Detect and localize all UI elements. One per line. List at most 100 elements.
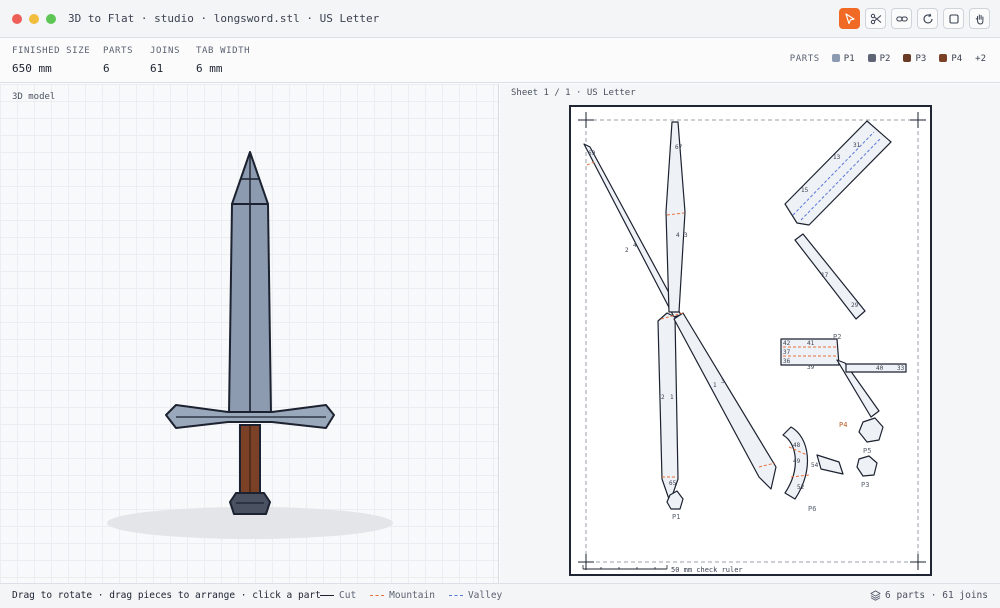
svg-text:29: 29 <box>851 302 859 309</box>
net-layout[interactable]: 50 mm check ruler 2 4 4 3 2 1 13 656769 P… <box>571 107 930 574</box>
svg-text:41: 41 <box>807 340 815 347</box>
part-chip-label: P1 <box>843 54 855 64</box>
stat-tab-width: TAB WIDTH 6 mm <box>196 46 250 75</box>
legend-valley-label: Valley <box>467 590 503 601</box>
pan-tool-button[interactable] <box>969 8 990 29</box>
registration-marks <box>578 112 926 570</box>
model-viewport[interactable]: 3D model <box>0 84 499 583</box>
parts-legend-label: PARTS <box>789 54 820 64</box>
blade-strip-c <box>657 312 679 503</box>
p1-edge-numbers: 24 43 21 13 656769 <box>588 144 725 487</box>
stat-label: JOINS <box>150 46 181 56</box>
join-tool-button[interactable] <box>891 8 912 29</box>
close-window-button[interactable] <box>12 14 22 24</box>
refresh-icon <box>922 13 933 24</box>
svg-text:54: 54 <box>811 462 819 469</box>
svg-text:37: 37 <box>783 349 791 356</box>
swatch-icon <box>939 54 948 62</box>
stat-value: 6 <box>103 62 110 75</box>
toolbar <box>839 8 990 29</box>
valley-line-icon <box>448 595 463 596</box>
svg-text:4: 4 <box>676 232 680 239</box>
part-label-p4[interactable]: P4 <box>839 421 847 429</box>
square-icon <box>948 13 959 24</box>
pommel-cap <box>858 417 884 443</box>
layers-icon <box>870 590 881 601</box>
part-label-p1[interactable]: P1 <box>672 513 680 521</box>
svg-text:65: 65 <box>669 480 677 487</box>
legend-cut: Cut <box>320 590 356 601</box>
cursor-icon <box>844 12 855 24</box>
legend-mountain-label: Mountain <box>389 590 435 601</box>
part-p2-pieces[interactable] <box>780 120 907 418</box>
sword-model[interactable] <box>0 84 499 583</box>
hand-icon <box>975 14 983 25</box>
stat-value: 6 mm <box>196 62 223 75</box>
cut-line-icon <box>320 595 334 596</box>
stat-label: FINISHED SIZE <box>12 46 91 56</box>
cut-tool-button[interactable] <box>865 8 886 29</box>
stats-bar: FINISHED SIZE 650 mm PARTS 6 JOINS 61 TA… <box>0 38 1000 83</box>
summary-text: 6 parts · 61 joins <box>885 590 988 601</box>
mountain-line-icon <box>370 595 385 596</box>
window-title: 3D to Flat · studio · longsword.stl · US… <box>68 12 380 25</box>
svg-text:2: 2 <box>625 247 629 254</box>
svg-text:33: 33 <box>897 365 905 372</box>
stat-parts: PARTS 6 <box>103 46 133 75</box>
svg-text:42: 42 <box>783 340 791 347</box>
app-window: 3D to Flat · studio · longsword.stl · US… <box>0 0 1000 608</box>
svg-text:1: 1 <box>670 394 674 401</box>
maximize-window-button[interactable] <box>46 14 56 24</box>
legend-mountain: Mountain <box>370 590 435 601</box>
part-label-p6[interactable]: P6 <box>808 505 816 513</box>
parts-legend: PARTS P1 P2 P3 P4 +2 <box>790 54 986 64</box>
part-chip-p2[interactable]: P2 <box>867 54 891 64</box>
ruler-label: 50 mm check ruler <box>671 566 743 574</box>
part-chip-label: P2 <box>879 54 891 64</box>
stat-joins: JOINS 61 <box>150 46 180 75</box>
sheet-viewport[interactable]: Sheet 1 / 1 · US Letter 50 mm check rule… <box>500 84 1000 583</box>
part-chip-p4[interactable]: P4 <box>939 54 962 64</box>
svg-text:31: 31 <box>853 142 861 149</box>
stat-finished-size: FINISHED SIZE 650 mm <box>12 46 90 75</box>
interaction-hint: Drag to rotate · drag pieces to arrange … <box>12 590 321 601</box>
stat-label: TAB WIDTH <box>196 46 251 56</box>
swatch-icon <box>867 54 876 62</box>
stat-value: 650 mm <box>12 62 52 75</box>
title-bar: 3D to Flat · studio · longsword.stl · US… <box>0 0 1000 38</box>
stat-value: 61 <box>150 62 164 75</box>
part-label-p2[interactable]: P2 <box>833 333 841 341</box>
legend-cut-label: Cut <box>339 590 357 601</box>
part-chip-p3[interactable]: P3 <box>903 54 926 64</box>
svg-text:69: 69 <box>588 150 596 157</box>
sheet-pane-label: Sheet 1 / 1 · US Letter <box>511 88 636 98</box>
svg-text:3: 3 <box>684 232 688 239</box>
minimize-window-button[interactable] <box>29 14 39 24</box>
swatch-icon <box>903 54 912 62</box>
summary: 6 parts · 61 joins <box>870 590 988 601</box>
part-chip-p1[interactable]: P1 <box>831 54 855 64</box>
parts-legend-more[interactable]: +2 <box>975 54 986 64</box>
line-legend: Cut Mountain Valley <box>320 590 502 601</box>
paper-sheet[interactable]: 50 mm check ruler 2 4 4 3 2 1 1 3 65 67 6… <box>569 105 932 576</box>
part-chip-label: P4 <box>951 54 963 64</box>
svg-text:13: 13 <box>833 154 841 161</box>
part-label-p3[interactable]: P3 <box>861 481 869 489</box>
svg-text:1: 1 <box>713 382 717 389</box>
select-tool-button[interactable] <box>839 8 860 29</box>
print-margin <box>585 119 919 563</box>
svg-text:52: 52 <box>797 484 805 491</box>
svg-text:3: 3 <box>721 378 725 385</box>
cross-strip-a <box>784 120 892 226</box>
svg-text:17: 17 <box>821 272 829 279</box>
part-p1-pieces[interactable] <box>583 121 777 510</box>
swatch-icon <box>831 54 840 62</box>
frame-tool-button[interactable] <box>943 8 964 29</box>
status-bar: Drag to rotate · drag pieces to arrange … <box>0 583 1000 608</box>
scissors-icon <box>870 13 881 24</box>
check-ruler <box>582 565 668 570</box>
reset-tool-button[interactable] <box>917 8 938 29</box>
part-label-p5[interactable]: P5 <box>863 447 871 455</box>
blade-strip-d <box>673 312 777 490</box>
svg-text:2: 2 <box>661 394 665 401</box>
